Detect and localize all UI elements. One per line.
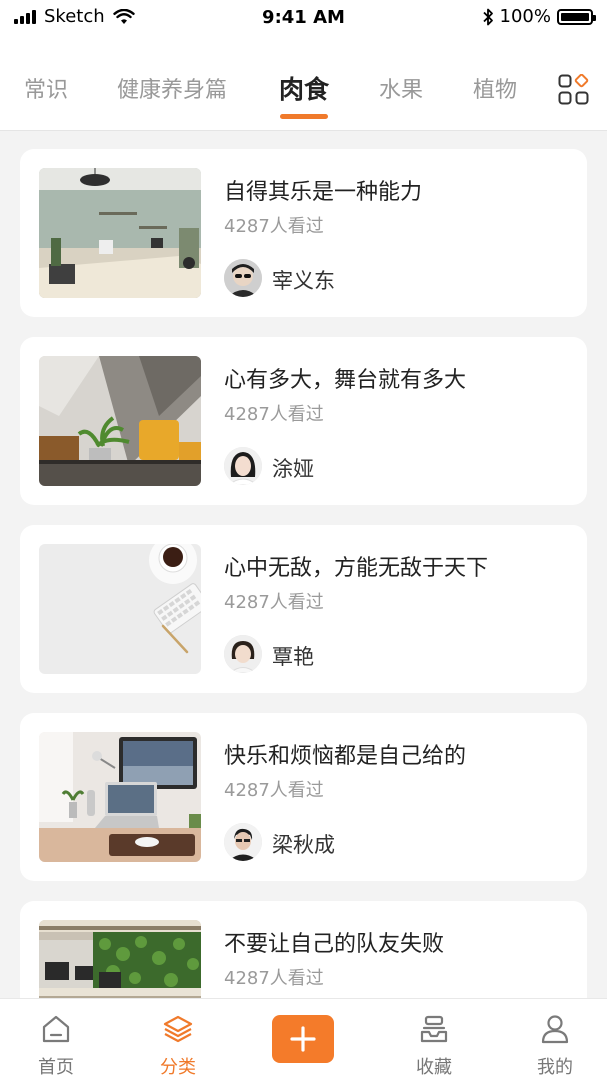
author-name: 宰义东	[272, 269, 335, 293]
article-thumbnail	[39, 544, 201, 674]
nav-mine[interactable]: 我的	[515, 999, 595, 1081]
article-title: 不要让自己的队友失败	[224, 932, 445, 957]
article-title: 快乐和烦恼都是自己给的	[224, 744, 467, 769]
tab-common-sense[interactable]: 常识	[24, 72, 68, 104]
inbox-icon	[420, 1015, 448, 1043]
article-title: 心有多大，舞台就有多大	[224, 368, 467, 393]
tab-health[interactable]: 健康养身篇	[117, 72, 227, 104]
layers-icon	[163, 1015, 193, 1043]
article-title: 心中无敌，方能无敌于天下	[224, 556, 489, 581]
view-count: 4287人看过	[224, 404, 324, 425]
plus-icon	[290, 1026, 316, 1052]
tab-fruit[interactable]: 水果	[379, 72, 423, 104]
author-avatar	[224, 259, 262, 297]
add-button[interactable]	[272, 1015, 334, 1063]
active-tab-indicator	[280, 114, 328, 119]
nav-category[interactable]: 分类	[138, 999, 218, 1081]
article-card[interactable]: 自得其乐是一种能力 4287人看过 宰义东	[20, 149, 587, 317]
bluetooth-icon	[482, 8, 493, 25]
article-thumbnail	[39, 168, 201, 298]
author-name: 涂娅	[272, 457, 314, 481]
nav-category-label: 分类	[160, 1057, 196, 1078]
tab-meat[interactable]: 肉食	[279, 70, 329, 106]
author-avatar	[224, 823, 262, 861]
user-icon	[541, 1015, 569, 1044]
article-thumbnail	[39, 356, 201, 486]
article-card[interactable]: 心有多大，舞台就有多大 4287人看过 涂娅	[20, 337, 587, 505]
battery-percent: 100%	[499, 6, 551, 27]
nav-home[interactable]: 首页	[16, 999, 96, 1081]
author-avatar	[224, 447, 262, 485]
nav-favorites-label: 收藏	[416, 1057, 452, 1078]
status-right: 100%	[482, 6, 596, 27]
view-count: 4287人看过	[224, 968, 324, 989]
view-count: 4287人看过	[224, 592, 324, 613]
article-card[interactable]: 快乐和烦恼都是自己给的 4287人看过 梁秋成	[20, 713, 587, 881]
tab-plants[interactable]: 植物	[473, 72, 517, 104]
battery-icon	[557, 8, 596, 25]
author-name: 梁秋成	[272, 833, 335, 857]
status-bar: Sketch 9:41 AM 100%	[0, 0, 607, 34]
author-avatar	[224, 635, 262, 673]
grid-icon[interactable]	[558, 74, 590, 106]
view-count: 4287人看过	[224, 216, 324, 237]
author-name: 覃艳	[272, 645, 314, 669]
article-title: 自得其乐是一种能力	[224, 180, 423, 205]
view-count: 4287人看过	[224, 780, 324, 801]
bottom-nav: 首页 分类 收藏 我的	[0, 998, 607, 1081]
home-icon	[42, 1015, 70, 1043]
nav-home-label: 首页	[38, 1057, 74, 1078]
category-tab-bar: 常识 健康养身篇 肉食 水果 植物	[0, 34, 607, 131]
article-thumbnail	[39, 732, 201, 862]
nav-favorites[interactable]: 收藏	[394, 999, 474, 1081]
article-card[interactable]: 心中无敌，方能无敌于天下 4287人看过 覃艳	[20, 525, 587, 693]
nav-mine-label: 我的	[537, 1057, 573, 1078]
